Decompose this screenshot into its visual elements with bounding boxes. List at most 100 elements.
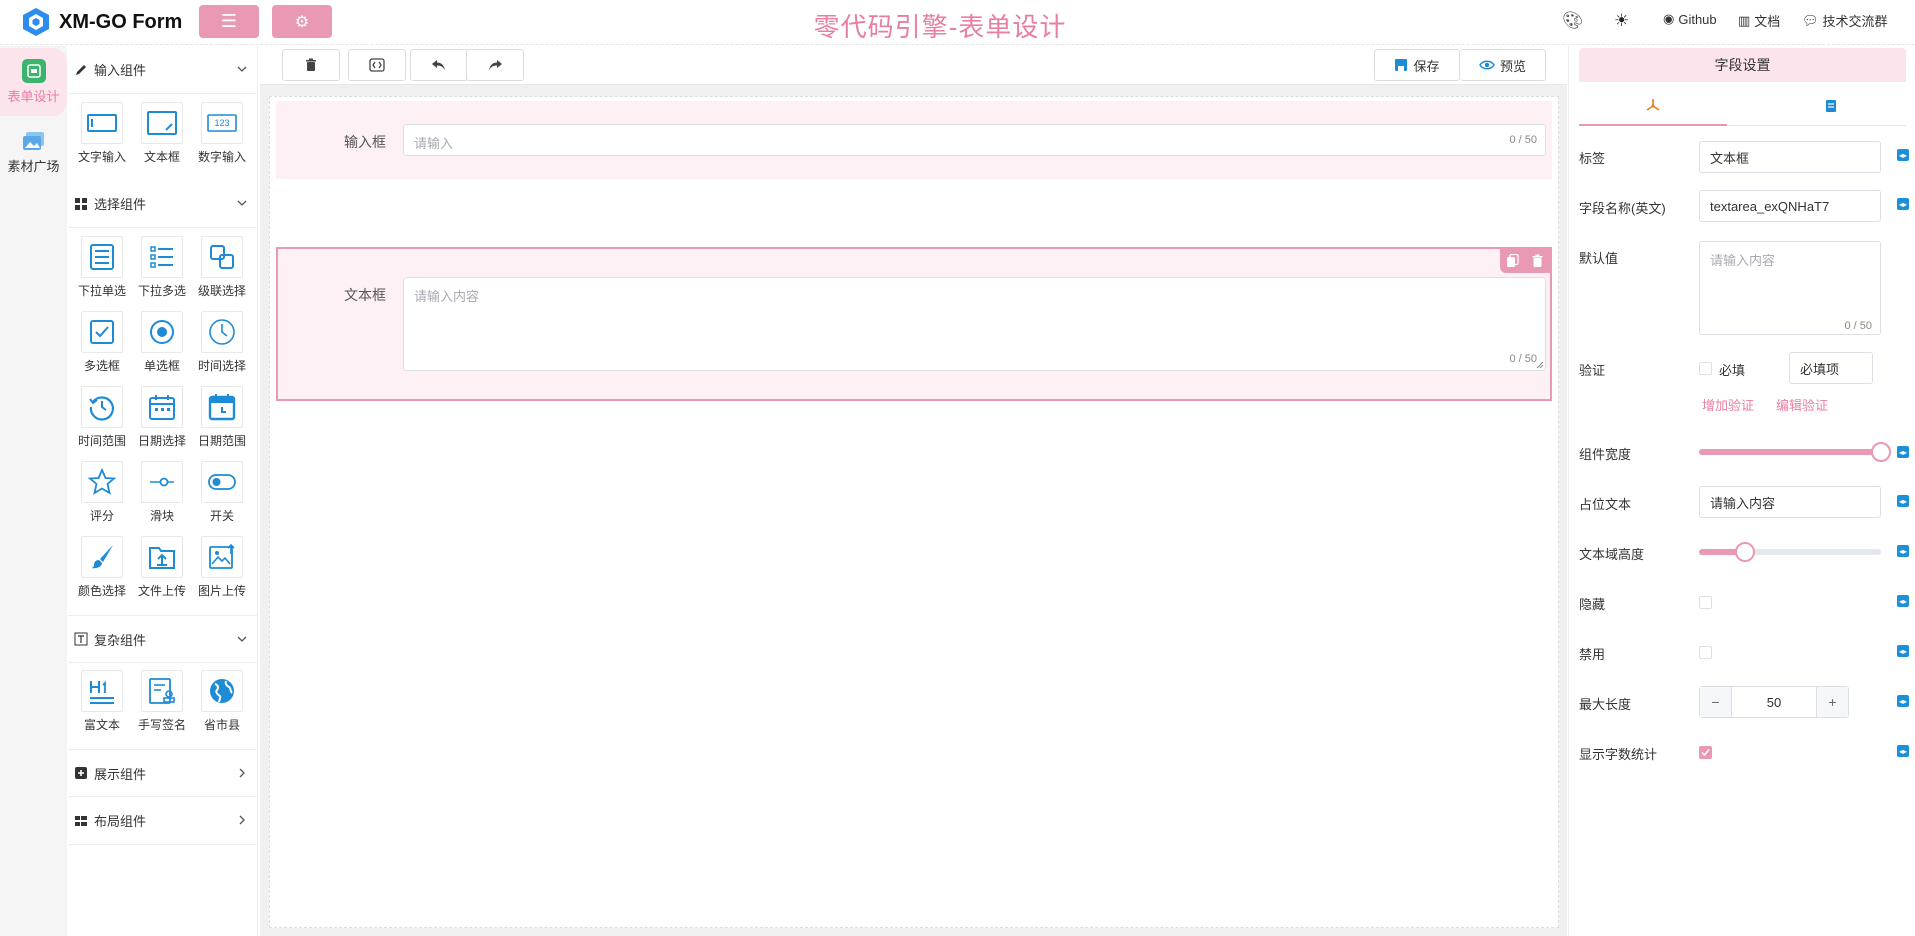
form-field-textarea-selected[interactable]: 文本框 请输入内容 0 / 50 — [276, 247, 1552, 401]
tab-form-props[interactable] — [1757, 86, 1905, 126]
checkbox-icon — [81, 311, 123, 353]
comp-image-upload[interactable]: 图片上传 — [195, 536, 249, 606]
field-name-input[interactable]: textarea_exQNHaT7 — [1699, 190, 1881, 222]
light-mode-button[interactable]: ☀ — [1614, 11, 1629, 31]
copy-icon[interactable] — [1506, 254, 1519, 268]
comp-rate[interactable]: 评分 — [75, 461, 129, 531]
community-link[interactable]: 💬︎ 技术交流群 — [1802, 11, 1888, 30]
required-checkbox[interactable] — [1699, 362, 1712, 375]
comp-color-picker[interactable]: 颜色选择 — [75, 536, 129, 606]
comp-time-picker[interactable]: 时间选择 — [195, 311, 249, 381]
preview-label: 预览 — [1499, 58, 1526, 74]
edit-validation-link[interactable]: 编辑验证 — [1776, 395, 1828, 414]
image-gallery-icon — [22, 129, 46, 153]
group-complex-label: 复杂组件 — [94, 632, 147, 648]
form-field-input[interactable]: 输入框 请输入 0 / 50 — [276, 101, 1552, 179]
decrement-button[interactable]: − — [1700, 687, 1732, 717]
eye-icon — [1479, 60, 1495, 70]
field-placeholder: 请输入 — [414, 136, 454, 151]
comp-signature[interactable]: 手写签名 — [135, 670, 189, 740]
comp-radio[interactable]: 单选框 — [135, 311, 189, 381]
comp-cascader[interactable]: 级联选择 — [195, 236, 249, 306]
group-input-components[interactable]: 输入组件 — [68, 46, 258, 94]
star-icon — [81, 461, 123, 503]
document-icon — [1826, 100, 1836, 112]
slider-handle[interactable] — [1734, 542, 1755, 562]
comp-select-multi[interactable]: 下拉多选 — [135, 236, 189, 306]
form-canvas[interactable]: 输入框 请输入 0 / 50 文本框 请输入内容 0 / 50 — [269, 96, 1559, 928]
code-toggle-icon[interactable]: ◂▸ — [1897, 545, 1909, 557]
tab-field-props[interactable] — [1579, 86, 1727, 126]
default-value-textarea[interactable]: 请输入内容 0 / 50 — [1699, 241, 1881, 335]
maxlen-value[interactable]: 50 — [1732, 687, 1816, 717]
group-select-components[interactable]: 选择组件 — [68, 180, 258, 228]
code-toggle-icon[interactable]: ◂▸ — [1897, 198, 1909, 210]
comp-slider[interactable]: 滑块 — [135, 461, 189, 531]
comp-label: 数字输入 — [197, 150, 246, 164]
comp-region[interactable]: 省市县 — [195, 670, 249, 740]
disabled-checkbox[interactable] — [1699, 646, 1712, 659]
field-input-box[interactable]: 请输入 0 / 50 — [403, 124, 1546, 156]
comp-label: 颜色选择 — [77, 584, 126, 598]
comp-select-single[interactable]: 下拉单选 — [75, 236, 129, 306]
add-validation-link[interactable]: 增加验证 — [1702, 395, 1754, 414]
width-slider[interactable] — [1699, 442, 1891, 462]
code-toggle-icon[interactable]: ◂▸ — [1897, 695, 1909, 707]
comp-date-range[interactable]: 日期范围 — [195, 386, 249, 456]
comp-switch[interactable]: 开关 — [195, 461, 249, 531]
preview-button[interactable]: 预览 — [1460, 49, 1546, 81]
comp-date-picker[interactable]: 日期选择 — [135, 386, 189, 456]
docs-link[interactable]: ▥ 文档 — [1738, 11, 1780, 30]
top-header: XM-GO Form ☰ ⚙ 零代码引擎-表单设计 🎨︎ ☀ ◉ Github … — [0, 0, 1915, 45]
nav-form-design[interactable]: 表单设计 — [0, 48, 67, 116]
theme-palette-button[interactable]: 🎨︎ — [1562, 11, 1584, 31]
showcount-field-label: 显示字数统计 — [1579, 747, 1658, 762]
code-toggle-icon[interactable]: ◂▸ — [1897, 149, 1909, 161]
slider-handle[interactable] — [1871, 442, 1891, 462]
code-toggle-icon[interactable]: ◂▸ — [1897, 495, 1909, 507]
label-field-label: 标签 — [1579, 151, 1606, 166]
toolbar: 保存 预览 — [260, 46, 1567, 85]
label-input[interactable]: 文本框 — [1699, 141, 1881, 173]
delete-icon[interactable] — [1531, 254, 1544, 268]
textarea-icon — [141, 102, 183, 144]
maxlen-stepper[interactable]: − 50 + — [1699, 686, 1849, 718]
required-message-input[interactable]: 必填项 — [1789, 352, 1873, 384]
resize-handle-icon[interactable] — [1536, 361, 1544, 369]
clock-icon — [201, 311, 243, 353]
comp-time-range[interactable]: 时间范围 — [75, 386, 129, 456]
comp-file-upload[interactable]: 文件上传 — [135, 536, 189, 606]
undo-button[interactable] — [410, 49, 468, 81]
code-toggle-icon[interactable]: ◂▸ — [1897, 446, 1909, 458]
save-button[interactable]: 保存 — [1374, 49, 1460, 81]
code-toggle-icon[interactable]: ◂▸ — [1897, 595, 1909, 607]
comp-checkbox[interactable]: 多选框 — [75, 311, 129, 381]
comp-label: 时间选择 — [197, 359, 246, 373]
community-link-label: 技术交流群 — [1822, 14, 1888, 29]
default-placeholder: 请输入内容 — [1710, 253, 1776, 268]
width-field-label: 组件宽度 — [1579, 447, 1632, 462]
code-toggle-icon[interactable]: ◂▸ — [1897, 645, 1909, 657]
field-textarea-box[interactable]: 请输入内容 0 / 50 — [403, 277, 1546, 371]
hidden-checkbox[interactable] — [1699, 596, 1712, 609]
group-complex-components[interactable]: 复杂组件 — [68, 615, 258, 663]
text-frame-icon — [74, 632, 88, 646]
height-slider[interactable] — [1699, 542, 1881, 562]
brush-icon — [81, 536, 123, 578]
nav-material-square[interactable]: 素材广场 — [0, 118, 67, 186]
increment-button[interactable]: + — [1816, 687, 1848, 717]
code-toggle-icon[interactable]: ◂▸ — [1897, 745, 1909, 757]
github-link[interactable]: ◉ Github — [1663, 11, 1717, 27]
redo-button[interactable] — [466, 49, 524, 81]
comp-text-input[interactable]: 文字输入 — [75, 102, 129, 172]
group-layout-components[interactable]: 布局组件 — [68, 797, 258, 845]
panel-title: 字段设置 — [1579, 48, 1906, 82]
comp-rich-text[interactable]: 富文本 — [75, 670, 129, 740]
clear-button[interactable] — [282, 49, 340, 81]
placeholder-input[interactable]: 请输入内容 — [1699, 486, 1881, 518]
view-json-button[interactable] — [348, 49, 406, 81]
group-display-components[interactable]: 展示组件 — [68, 749, 258, 797]
comp-number-input[interactable]: 123 数字输入 — [195, 102, 249, 172]
showcount-checkbox[interactable] — [1699, 746, 1712, 759]
comp-textarea[interactable]: 文本框 — [135, 102, 189, 172]
